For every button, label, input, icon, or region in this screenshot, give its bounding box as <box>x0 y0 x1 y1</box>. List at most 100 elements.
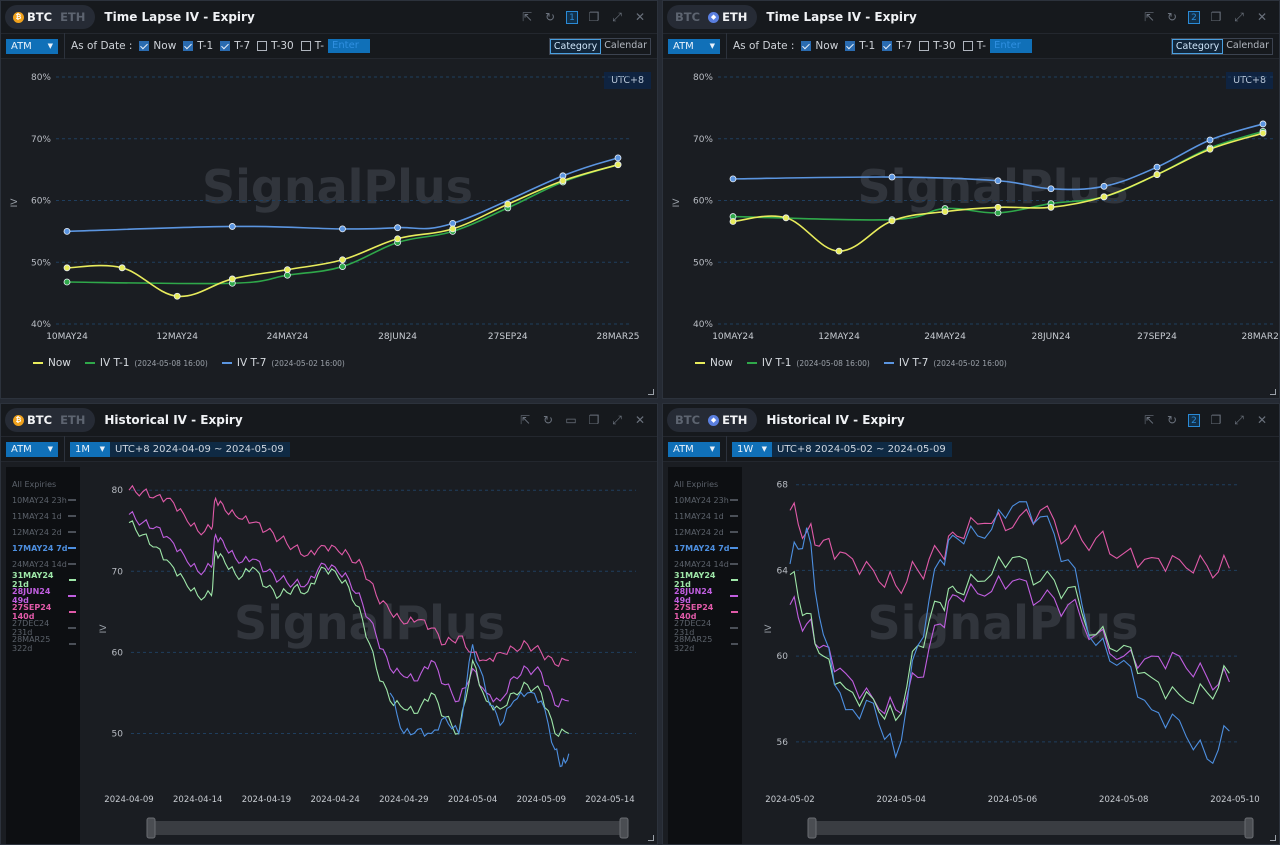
data-point[interactable] <box>339 256 346 264</box>
legend-item[interactable]: IV T-7 (2024-05-02 16:00) <box>221 357 345 369</box>
refresh-icon[interactable]: ↻ <box>543 10 557 24</box>
coin-btc[interactable]: BTC <box>675 10 700 24</box>
refresh-icon[interactable]: ↻ <box>1165 413 1179 427</box>
resize-handle[interactable] <box>648 389 654 395</box>
view-category[interactable]: Category <box>1171 38 1224 54</box>
data-point[interactable] <box>63 227 71 235</box>
checkbox-t7[interactable] <box>220 41 231 51</box>
close-icon[interactable]: ✕ <box>633 413 647 427</box>
resize-handle[interactable] <box>1270 389 1276 395</box>
data-point[interactable] <box>1259 120 1267 128</box>
data-point[interactable] <box>283 271 291 279</box>
zoom-slider-track[interactable] <box>812 821 1249 835</box>
checkbox-now[interactable] <box>801 41 812 51</box>
resize-handle[interactable] <box>648 835 654 841</box>
data-point[interactable] <box>228 223 236 230</box>
checkbox-t7[interactable] <box>882 41 893 51</box>
data-point[interactable] <box>1100 182 1108 190</box>
expand-icon[interactable]: ⤢ <box>610 10 624 24</box>
zoom-slider-left-handle[interactable] <box>807 817 817 839</box>
data-point[interactable] <box>504 200 512 208</box>
custom-days-input[interactable]: Enter <box>990 39 1032 53</box>
duplicate-icon[interactable]: ❐ <box>1209 413 1223 427</box>
data-point[interactable] <box>173 292 181 300</box>
data-point[interactable] <box>1153 171 1161 178</box>
refresh-icon[interactable]: ↻ <box>1165 10 1179 24</box>
data-point[interactable] <box>339 225 346 233</box>
data-point[interactable] <box>449 225 457 233</box>
coin-eth[interactable]: ◆ ETH <box>708 10 747 24</box>
resize-handle[interactable] <box>1270 835 1276 841</box>
legend-item[interactable]: IV T-1 (2024-05-08 16:00) <box>746 357 870 369</box>
zoom-slider-left-handle[interactable] <box>146 817 156 839</box>
close-icon[interactable]: ✕ <box>1255 10 1269 24</box>
data-point[interactable] <box>994 203 1002 211</box>
window-number-badge[interactable]: 2 <box>1188 10 1200 24</box>
strike-select[interactable]: ATM ▼ <box>6 441 58 457</box>
data-point[interactable] <box>559 177 567 185</box>
coin-eth[interactable]: ETH <box>60 10 85 24</box>
data-point[interactable] <box>1047 203 1055 211</box>
refresh-icon[interactable]: ↻ <box>541 413 555 427</box>
data-point[interactable] <box>835 247 843 255</box>
data-point[interactable] <box>1206 136 1214 144</box>
data-point[interactable] <box>228 275 236 283</box>
strike-select[interactable]: ATM ▼ <box>668 441 720 457</box>
window-number-badge[interactable]: 1 <box>566 10 578 24</box>
data-point[interactable] <box>449 219 457 227</box>
zoom-slider-right-handle[interactable] <box>1244 817 1254 839</box>
data-point[interactable] <box>729 175 737 183</box>
custom-days-input[interactable]: Enter <box>328 39 370 53</box>
checkbox-t30[interactable] <box>919 41 930 51</box>
data-point[interactable] <box>63 264 71 272</box>
zoom-slider-right-handle[interactable] <box>619 817 629 839</box>
data-point[interactable] <box>1206 145 1214 153</box>
coin-eth[interactable]: ◆ ETH <box>708 413 747 427</box>
data-point[interactable] <box>339 263 346 270</box>
duplicate-icon[interactable]: ❐ <box>1209 10 1223 24</box>
data-point[interactable] <box>941 208 949 216</box>
data-point[interactable] <box>1047 185 1055 193</box>
checkbox-t1[interactable] <box>845 41 856 51</box>
data-point[interactable] <box>1259 129 1267 137</box>
coin-btc[interactable]: ₿ BTC <box>13 10 52 24</box>
zoom-slider-track[interactable] <box>151 821 624 835</box>
coin-eth[interactable]: ETH <box>60 413 85 427</box>
data-point[interactable] <box>994 209 1002 217</box>
external-link-icon[interactable]: ⇱ <box>520 10 534 24</box>
data-point[interactable] <box>63 278 71 286</box>
data-point[interactable] <box>888 217 896 225</box>
checkbox-custom[interactable] <box>962 41 973 51</box>
data-point[interactable] <box>888 173 896 181</box>
data-point[interactable] <box>394 224 402 232</box>
external-link-icon[interactable]: ⇱ <box>518 413 532 427</box>
data-point[interactable] <box>283 266 291 274</box>
data-point[interactable] <box>994 177 1002 185</box>
legend-item[interactable]: IV T-1 (2024-05-08 16:00) <box>84 357 208 369</box>
view-calendar[interactable]: Calendar <box>601 39 650 54</box>
view-calendar[interactable]: Calendar <box>1223 39 1272 54</box>
data-point[interactable] <box>782 214 790 222</box>
checkbox-t1[interactable] <box>183 41 194 51</box>
external-link-icon[interactable]: ⇱ <box>1142 413 1156 427</box>
legend-item[interactable]: Now <box>33 357 71 369</box>
duplicate-icon[interactable]: ❐ <box>587 10 601 24</box>
data-point[interactable] <box>729 218 737 225</box>
legend-item[interactable]: Now <box>695 357 733 369</box>
expand-icon[interactable]: ⤢ <box>1232 10 1246 24</box>
data-point[interactable] <box>118 264 126 272</box>
period-select[interactable]: 1M ▼ <box>70 441 110 457</box>
close-icon[interactable]: ✕ <box>633 10 647 24</box>
duplicate-icon[interactable]: ❐ <box>587 413 601 427</box>
strike-select[interactable]: ATM ▼ <box>668 38 720 54</box>
checkbox-now[interactable] <box>139 41 150 51</box>
data-point[interactable] <box>1100 193 1108 201</box>
checkbox-t30[interactable] <box>257 41 268 51</box>
data-point[interactable] <box>614 161 622 169</box>
close-icon[interactable]: ✕ <box>1255 413 1269 427</box>
expand-icon[interactable]: ⤢ <box>1232 413 1246 427</box>
expand-icon[interactable]: ⤢ <box>610 413 624 427</box>
external-link-icon[interactable]: ⇱ <box>1142 10 1156 24</box>
strike-select[interactable]: ATM ▼ <box>6 38 58 54</box>
data-point[interactable] <box>614 154 622 162</box>
